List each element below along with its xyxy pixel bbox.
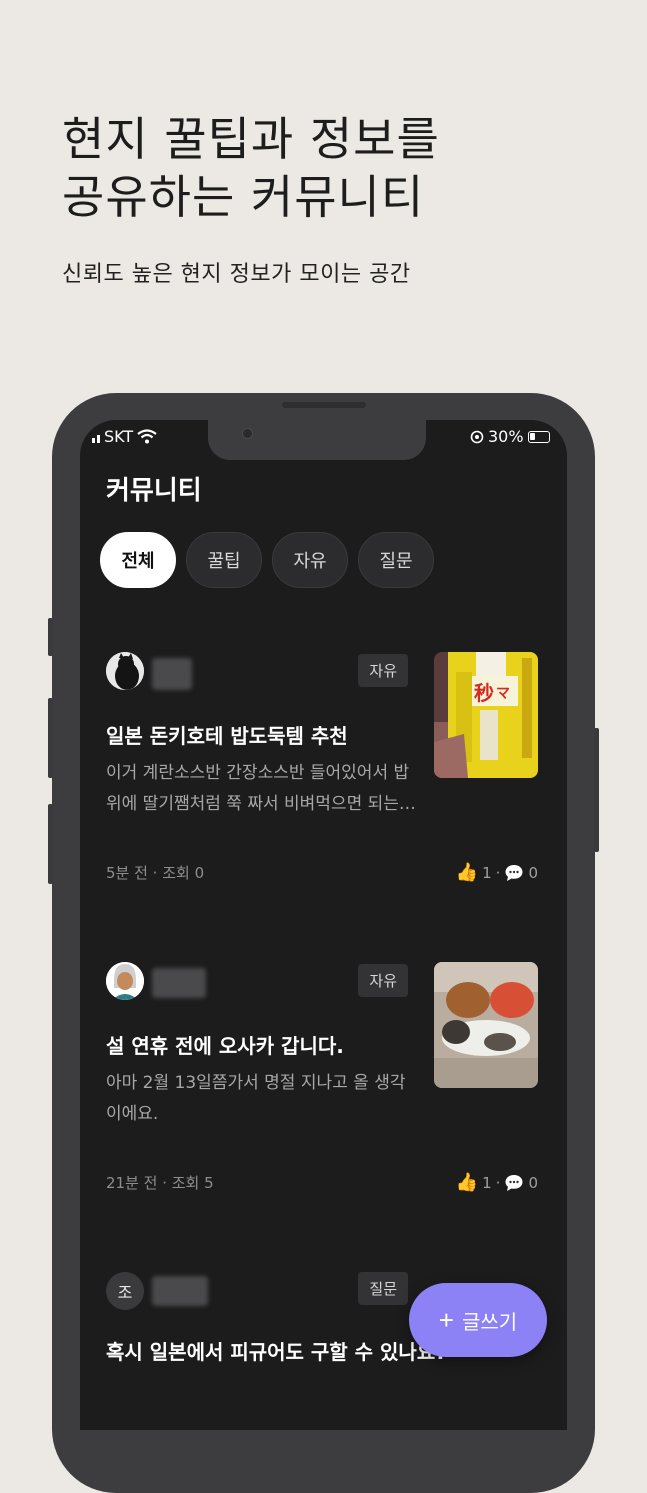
category-tabs: 전체 꿀팁 자유 질문: [100, 532, 434, 588]
thumbs-up-icon: 👍: [455, 1172, 479, 1193]
post-stats: 👍 1 · 0: [456, 1172, 538, 1193]
post-card[interactable]: 자유 설 연휴 전에 오사카 갑니다. 아마 2월 13일쯤가서 명절 지나고 …: [106, 962, 542, 1202]
tab-question[interactable]: 질문: [358, 532, 434, 588]
comment-icon: [505, 864, 523, 881]
write-post-label: 글쓰기: [461, 1311, 518, 1334]
plus-icon: +: [438, 1305, 454, 1335]
author-name-blurred: [152, 658, 192, 690]
category-badge: 자유: [358, 964, 408, 997]
author-name-blurred: [152, 1276, 208, 1306]
tab-tips[interactable]: 꿀팁: [186, 532, 262, 588]
svg-text:マ: マ: [496, 686, 510, 702]
signal-icon: [92, 431, 100, 443]
battery-icon: [527, 430, 550, 443]
wifi-icon: [137, 429, 157, 444]
post-title: 혹시 일본에서 피규어도 구할 수 있나요?: [106, 1340, 447, 1364]
hero-title: 현지 꿀팁과 정보를 공유하는 커뮤니티: [62, 110, 440, 226]
post-body: 아마 2월 13일쯤가서 명절 지나고 올 생각 이에요.: [106, 1073, 406, 1124]
comment-count: 0: [528, 863, 538, 882]
post-title: 일본 돈키호테 밥도둑템 추천: [106, 724, 348, 748]
comment-icon: [505, 1174, 523, 1191]
side-button-power: [594, 728, 599, 852]
avatar: [106, 962, 144, 1000]
thumbs-up-icon: 👍: [455, 862, 479, 883]
speaker-grill: [282, 402, 366, 408]
author-name-blurred: [152, 968, 206, 998]
front-camera: [242, 428, 253, 439]
hero-title-line1: 현지 꿀팁과 정보를: [62, 112, 440, 166]
avatar-initial: 조: [106, 1272, 144, 1310]
post-body: 이거 계란소스반 간장소스반 들어있어서 밥 위에 딸기쨈처럼 쭉 짜서 비벼먹으…: [106, 763, 416, 814]
category-badge: 자유: [358, 654, 408, 687]
post-meta: 5분 전 · 조회 0: [106, 864, 205, 882]
like-count: 1: [482, 863, 492, 882]
side-button-volume-down: [48, 804, 53, 884]
hero-title-line2: 공유하는 커뮤니티: [62, 170, 425, 224]
status-bar-left: SKT: [92, 427, 157, 446]
status-bar-right: 30%: [470, 427, 550, 446]
post-card[interactable]: 자유 일본 돈키호테 밥도둑템 추천 이거 계란소스반 간장소스반 들어있어서 …: [106, 652, 542, 892]
post-stats: 👍 1 · 0: [456, 862, 538, 883]
stats-separator: ·: [495, 1173, 501, 1192]
battery-percent: 30%: [488, 427, 524, 446]
lock-rotation-icon: [470, 430, 484, 443]
post-thumbnail: 秒 マ: [434, 652, 538, 778]
side-button-mute: [48, 618, 53, 656]
stats-separator: ·: [495, 863, 501, 882]
write-post-button[interactable]: + 글쓰기: [409, 1283, 547, 1357]
post-title: 설 연휴 전에 오사카 갑니다.: [106, 1034, 344, 1058]
tab-free[interactable]: 자유: [272, 532, 348, 588]
carrier-label: SKT: [104, 427, 134, 446]
like-count: 1: [482, 1173, 492, 1192]
post-thumbnail: [434, 962, 538, 1088]
svg-text:秒: 秒: [474, 681, 494, 705]
comment-count: 0: [528, 1173, 538, 1192]
side-button-volume-up: [48, 698, 53, 778]
phone-notch: [208, 420, 426, 460]
hero-subtitle: 신뢰도 높은 현지 정보가 모이는 공간: [62, 262, 411, 287]
category-badge: 질문: [358, 1272, 408, 1305]
tab-all[interactable]: 전체: [100, 532, 176, 588]
post-meta: 21분 전 · 조회 5: [106, 1174, 214, 1192]
app-title: 커뮤니티: [106, 476, 202, 506]
avatar: [106, 652, 144, 690]
